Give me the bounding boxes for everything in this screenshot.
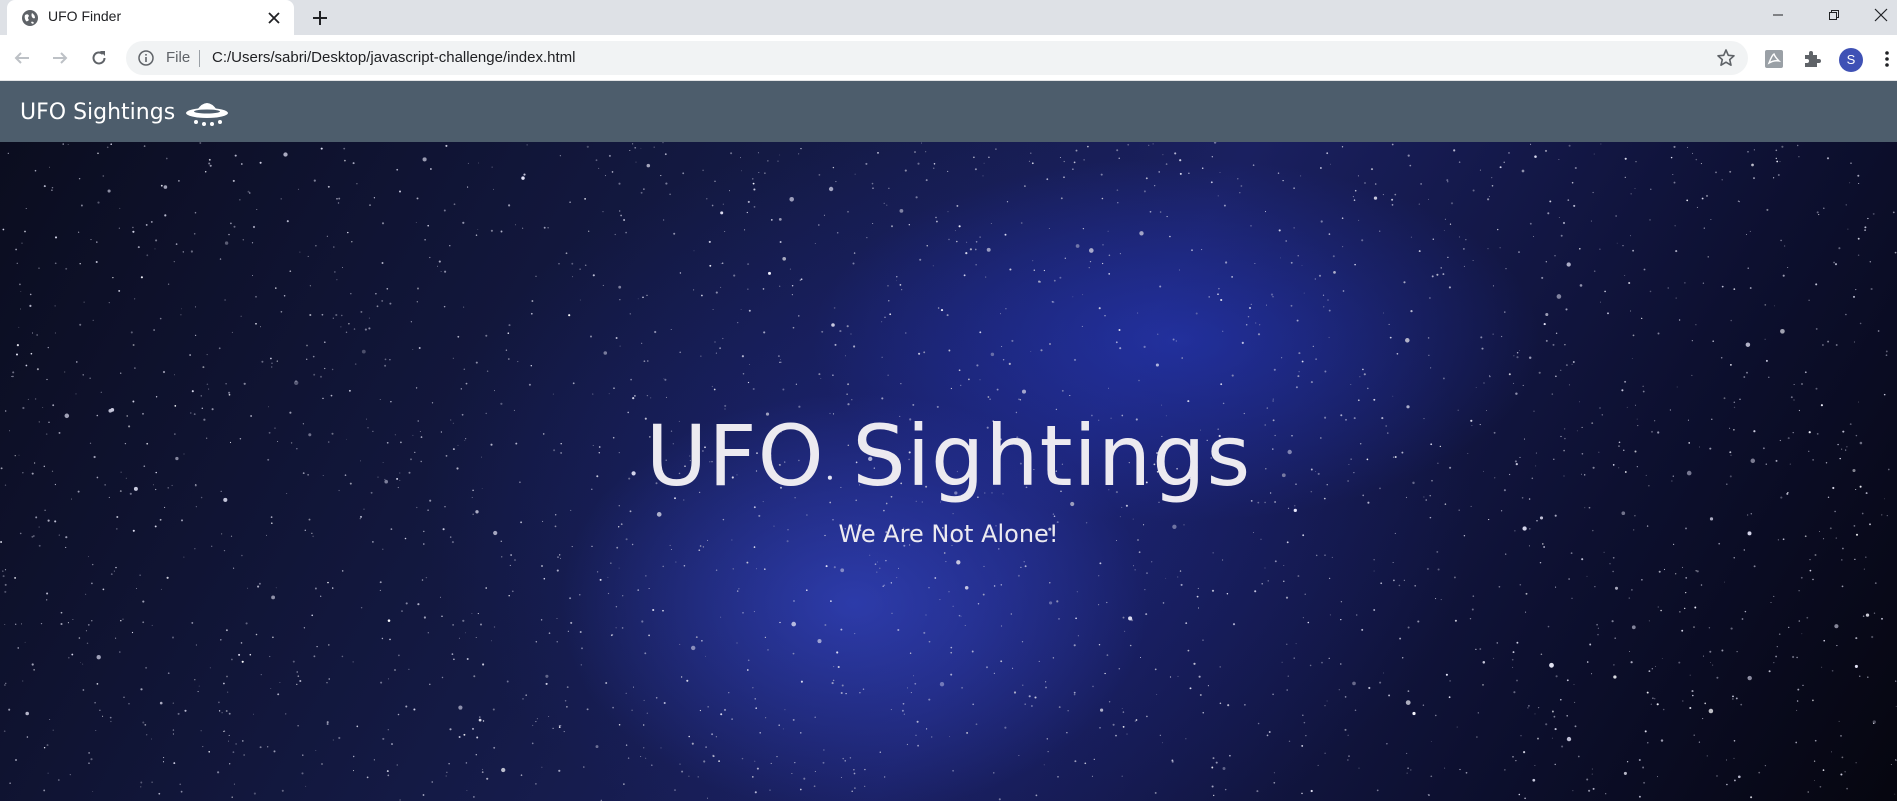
minimize-icon	[1773, 14, 1783, 16]
extensions-button[interactable]	[1801, 48, 1823, 70]
forward-button[interactable]	[47, 45, 73, 71]
profile-avatar[interactable]: S	[1839, 48, 1863, 72]
restore-button[interactable]	[1811, 0, 1857, 30]
restore-icon	[1829, 10, 1839, 20]
address-bar[interactable]: File C:/Users/sabri/Desktop/javascript-c…	[126, 41, 1748, 75]
hero-jumbotron: UFO Sightings We Are Not Alone!	[0, 142, 1897, 801]
hero-title: UFO Sightings	[645, 407, 1252, 505]
tab-strip: UFO Finder	[0, 0, 1897, 35]
pdf-extension-button[interactable]	[1763, 48, 1785, 70]
address-divider	[199, 50, 200, 67]
forward-arrow-icon	[53, 52, 68, 64]
menu-kebab-icon[interactable]	[1880, 48, 1894, 70]
info-icon[interactable]	[137, 49, 155, 67]
puzzle-piece-icon	[1805, 51, 1821, 67]
site-navbar: UFO Sightings	[0, 81, 1897, 142]
browser-toolbar: File C:/Users/sabri/Desktop/javascript-c…	[0, 35, 1897, 81]
reload-button[interactable]	[86, 45, 112, 71]
back-button[interactable]	[9, 45, 35, 71]
pdf-icon	[1765, 50, 1783, 68]
browser-tab[interactable]: UFO Finder	[7, 0, 294, 35]
close-window-button[interactable]	[1864, 0, 1897, 30]
back-arrow-icon	[14, 52, 29, 64]
tab-title: UFO Finder	[48, 8, 122, 24]
reload-icon	[92, 51, 106, 65]
url-text[interactable]: C:/Users/sabri/Desktop/javascript-challe…	[212, 49, 575, 66]
ufo-icon	[186, 103, 229, 126]
minimize-button[interactable]	[1755, 0, 1801, 30]
new-tab-icon[interactable]	[309, 7, 331, 29]
hero-subtitle: We Are Not Alone!	[838, 520, 1059, 548]
globe-icon	[22, 10, 38, 26]
close-icon	[1874, 8, 1887, 22]
scheme-label: File	[166, 49, 191, 66]
navbar-brand[interactable]: UFO Sightings	[20, 97, 229, 127]
close-tab-icon[interactable]	[265, 9, 283, 27]
bookmark-star-icon[interactable]	[1716, 48, 1736, 68]
brand-text: UFO Sightings	[20, 99, 176, 125]
